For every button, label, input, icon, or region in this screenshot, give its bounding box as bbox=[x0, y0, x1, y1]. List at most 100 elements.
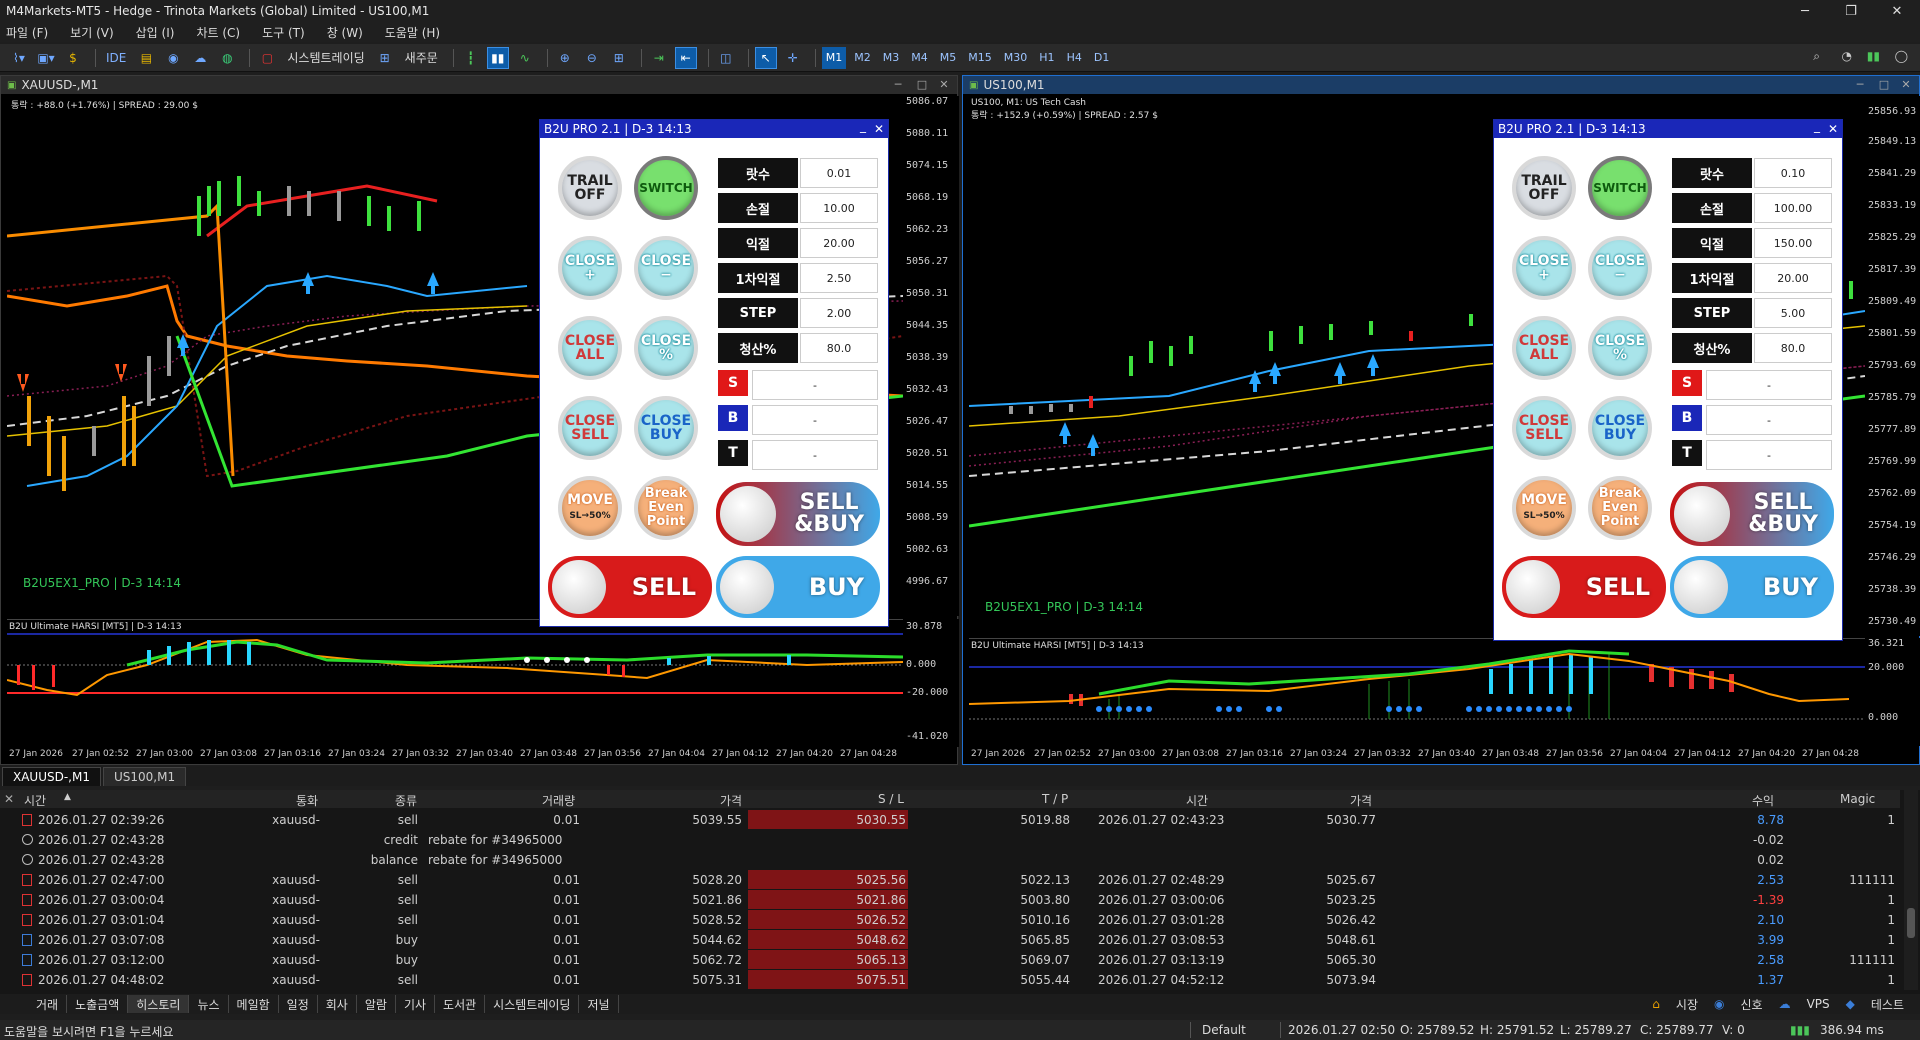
move-sl-button[interactable]: MOVE SL→50% bbox=[1512, 476, 1576, 540]
dollar-icon[interactable]: $ bbox=[62, 47, 84, 69]
tab-alerts[interactable]: 알람 bbox=[357, 995, 396, 1013]
toolbox-close-icon[interactable]: ✕ bbox=[4, 792, 14, 806]
tab-xauusd[interactable]: XAUUSD-,M1 bbox=[2, 767, 101, 786]
col-price[interactable]: 가격 bbox=[720, 792, 742, 809]
table-scrollbar[interactable] bbox=[1904, 790, 1918, 990]
timeframe-m15[interactable]: M15 bbox=[964, 47, 996, 69]
sell-button[interactable]: SELL bbox=[1502, 556, 1666, 618]
chart-close-button[interactable]: ✕ bbox=[933, 76, 955, 94]
line-chart-icon[interactable]: ∿ bbox=[514, 47, 536, 69]
timeframe-m30[interactable]: M30 bbox=[1000, 47, 1032, 69]
scrollbar-thumb[interactable] bbox=[1907, 908, 1915, 938]
table-row[interactable]: 2026.01.27 03:00:04 xauusd-sell 0.01 5021.8… bbox=[0, 890, 1900, 910]
chart-maximize-button[interactable]: □ bbox=[911, 76, 933, 94]
close-plus-button[interactable]: CLOSE + bbox=[1512, 236, 1576, 300]
tab-journal[interactable]: 저널 bbox=[579, 995, 619, 1013]
new-order-icon[interactable]: ⊞ bbox=[374, 47, 396, 69]
col-time[interactable]: 시간 bbox=[24, 792, 46, 809]
col-sl[interactable]: S / L bbox=[878, 792, 904, 806]
algo-trading-icon[interactable]: ▢ bbox=[256, 47, 278, 69]
timeframe-m1[interactable]: M1 bbox=[821, 46, 847, 69]
sell-button[interactable]: SELL bbox=[548, 556, 712, 618]
close-percent-button[interactable]: CLOSE% bbox=[1588, 316, 1652, 380]
ide-button[interactable]: IDE bbox=[102, 47, 130, 69]
close-minus-button[interactable]: CLOSE − bbox=[634, 236, 698, 300]
close-all-button[interactable]: CLOSE ALL bbox=[558, 316, 622, 380]
menu-window[interactable]: 창 (W) bbox=[327, 24, 363, 41]
menu-chart[interactable]: 차트 (C) bbox=[196, 24, 240, 41]
zoom-in-icon[interactable]: ⊕ bbox=[554, 47, 576, 69]
cursor-icon[interactable]: ↖ bbox=[754, 46, 777, 69]
bag-icon[interactable]: ▤ bbox=[135, 47, 157, 69]
signal-icon[interactable]: ◉ bbox=[162, 47, 184, 69]
trail-off-button[interactable]: TRAIL OFF bbox=[558, 156, 622, 220]
tab-history[interactable]: 히스토리 bbox=[128, 995, 190, 1013]
chart-maximize-button[interactable]: □ bbox=[1873, 76, 1895, 94]
timeframe-m5[interactable]: M5 bbox=[936, 47, 961, 69]
col-magic[interactable]: Magic bbox=[1840, 792, 1875, 806]
tab-us100[interactable]: US100,M1 bbox=[103, 767, 187, 786]
tab-trade[interactable]: 거래 bbox=[28, 995, 68, 1013]
chart-minimize-button[interactable]: ─ bbox=[1849, 76, 1871, 94]
close-sell-button[interactable]: CLOSE SELL bbox=[1512, 396, 1576, 460]
table-row[interactable]: 2026.01.27 03:12:00 xauusd-buy 0.01 5062.72… bbox=[0, 950, 1900, 970]
table-row[interactable]: 2026.01.27 02:43:28 credit rebate for #349… bbox=[0, 830, 1900, 850]
tile-windows-icon[interactable]: ⊞ bbox=[608, 47, 630, 69]
menu-view[interactable]: 보기 (V) bbox=[70, 24, 113, 41]
col-type[interactable]: 종류 bbox=[395, 792, 417, 809]
tab-company[interactable]: 회사 bbox=[318, 995, 357, 1013]
table-row[interactable]: 2026.01.27 02:47:00 xauusd-sell 0.01 5028.2… bbox=[0, 870, 1900, 890]
tab-mailbox[interactable]: 메일함 bbox=[229, 995, 279, 1013]
timeframe-m2[interactable]: M2 bbox=[850, 47, 875, 69]
chart-window-xauusd[interactable]: ▣ XAUUSD-,M1 ─ □ ✕ 통락 : +88.0 (+1.76%) | … bbox=[0, 75, 959, 765]
col-volume[interactable]: 거래량 bbox=[542, 792, 575, 809]
trail-off-button[interactable]: TRAIL OFF bbox=[1512, 156, 1576, 220]
close-all-button[interactable]: CLOSE ALL bbox=[1512, 316, 1576, 380]
notification-icon[interactable]: ◔ bbox=[1842, 49, 1852, 63]
lot-input[interactable]: 0.01 bbox=[800, 158, 878, 188]
account-icon[interactable]: ◯ bbox=[1895, 49, 1908, 63]
chart-type-icon[interactable]: ⌇▾ bbox=[8, 47, 30, 69]
new-order-button[interactable]: 새주문 bbox=[401, 47, 442, 69]
timeframe-h1[interactable]: H1 bbox=[1035, 47, 1058, 69]
table-row[interactable]: 2026.01.27 02:39:26 xauusd-sell 0.01 5039.5… bbox=[0, 810, 1900, 830]
close-plus-button[interactable]: CLOSE + bbox=[558, 236, 622, 300]
minimize-button[interactable]: ─ bbox=[1782, 0, 1828, 22]
timeframe-m3[interactable]: M3 bbox=[879, 47, 904, 69]
menu-help[interactable]: 도움말 (H) bbox=[385, 24, 440, 41]
harsi-subwindow[interactable]: B2U Ultimate HARSI [MT5] | D-3 14:13 bbox=[968, 638, 1865, 746]
step-input[interactable]: 5.00 bbox=[1754, 298, 1832, 328]
bar-chart-icon[interactable]: ┇ bbox=[460, 47, 482, 69]
cloud-icon[interactable]: ☁ bbox=[189, 47, 211, 69]
close-buy-button[interactable]: CLOSE BUY bbox=[634, 396, 698, 460]
tab-news[interactable]: 뉴스 bbox=[189, 995, 229, 1013]
timeframe-d1[interactable]: D1 bbox=[1090, 47, 1113, 69]
switch-button[interactable]: SWITCH bbox=[1588, 156, 1652, 220]
screenshot-icon[interactable]: ◫ bbox=[715, 47, 737, 69]
close-pct-input[interactable]: 80.0 bbox=[1754, 333, 1832, 363]
search-icon[interactable]: ⌕ bbox=[1813, 49, 1820, 64]
close-percent-button[interactable]: CLOSE% bbox=[634, 316, 698, 380]
tp1-input[interactable]: 20.00 bbox=[1754, 263, 1832, 293]
menu-file[interactable]: 파일 (F) bbox=[6, 24, 48, 41]
timeframe-h4[interactable]: H4 bbox=[1063, 47, 1086, 69]
col-close-price[interactable]: 가격 bbox=[1350, 792, 1372, 809]
col-tp[interactable]: T / P bbox=[1042, 792, 1068, 806]
candle-chart-icon[interactable]: ▮▮ bbox=[486, 46, 509, 69]
col-profit[interactable]: 수익 bbox=[1752, 792, 1774, 809]
algo-trading-button[interactable]: 시스템트레이딩 bbox=[283, 47, 368, 69]
step-input[interactable]: 2.00 bbox=[800, 298, 878, 328]
ea-close-icon[interactable]: ✕ bbox=[874, 120, 884, 138]
tab-signals[interactable]: 신호 bbox=[1732, 995, 1770, 1013]
tab-market[interactable]: 시장 bbox=[1668, 995, 1706, 1013]
table-row[interactable]: 2026.01.27 02:43:28 balance rebate for #34… bbox=[0, 850, 1900, 870]
close-buy-button[interactable]: CLOSE BUY bbox=[1588, 396, 1652, 460]
break-even-button[interactable]: Break Even Point bbox=[1588, 476, 1652, 540]
buy-button[interactable]: BUY bbox=[1670, 556, 1834, 618]
chart-shift-icon[interactable]: ⇤ bbox=[674, 46, 697, 69]
buy-button[interactable]: BUY bbox=[716, 556, 880, 618]
break-even-button[interactable]: Break Even Point bbox=[634, 476, 698, 540]
tp1-input[interactable]: 2.50 bbox=[800, 263, 878, 293]
chart-window-icon[interactable]: ▣▾ bbox=[35, 47, 57, 69]
close-pct-input[interactable]: 80.0 bbox=[800, 333, 878, 363]
